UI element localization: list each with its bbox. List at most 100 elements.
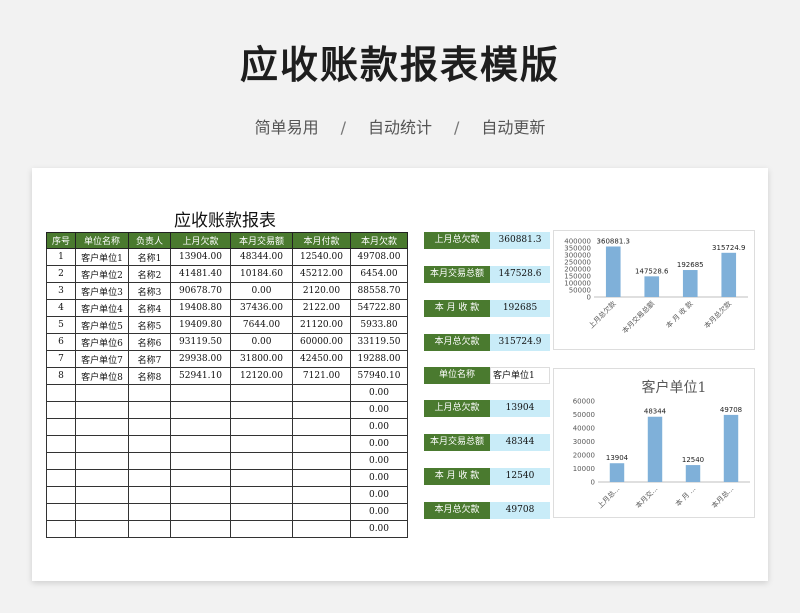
table-cell[interactable] (292, 486, 351, 504)
table-cell[interactable]: 客户单位6 (75, 333, 129, 351)
table-cell[interactable] (230, 418, 293, 436)
table-cell[interactable]: 0.00 (350, 469, 408, 487)
table-cell[interactable] (75, 503, 129, 521)
table-cell[interactable]: 41481.40 (170, 265, 231, 283)
table-cell[interactable] (75, 469, 129, 487)
table-cell[interactable] (75, 452, 129, 470)
table-cell[interactable]: 客户单位3 (75, 282, 129, 300)
table-cell[interactable] (292, 435, 351, 453)
table-cell[interactable]: 客户单位1 (75, 248, 129, 266)
table-cell[interactable] (75, 520, 129, 538)
table-cell[interactable] (75, 435, 129, 453)
table-cell[interactable]: 42450.00 (292, 350, 351, 368)
table-cell[interactable] (292, 401, 351, 419)
table-cell[interactable]: 48344.00 (230, 248, 293, 266)
table-cell[interactable] (128, 503, 171, 521)
table-cell[interactable] (128, 384, 171, 402)
table-cell[interactable]: 31800.00 (230, 350, 293, 368)
table-cell[interactable] (292, 418, 351, 436)
table-cell[interactable]: 19409.80 (170, 316, 231, 334)
table-cell[interactable]: 0.00 (230, 282, 293, 300)
table-cell[interactable] (128, 401, 171, 419)
table-cell[interactable]: 45212.00 (292, 265, 351, 283)
table-cell[interactable] (128, 435, 171, 453)
table-cell[interactable] (230, 384, 293, 402)
table-cell[interactable]: 1 (46, 248, 76, 266)
table-cell[interactable]: 名称1 (128, 248, 171, 266)
table-cell[interactable] (292, 469, 351, 487)
table-cell[interactable]: 3 (46, 282, 76, 300)
table-cell[interactable] (170, 469, 231, 487)
table-cell[interactable] (230, 520, 293, 538)
table-cell[interactable] (230, 452, 293, 470)
table-cell[interactable]: 客户单位7 (75, 350, 129, 368)
table-cell[interactable]: 名称6 (128, 333, 171, 351)
table-cell[interactable]: 2120.00 (292, 282, 351, 300)
table-cell[interactable] (230, 503, 293, 521)
table-cell[interactable]: 6 (46, 333, 76, 351)
table-cell[interactable] (75, 384, 129, 402)
table-cell[interactable] (230, 401, 293, 419)
table-cell[interactable] (128, 469, 171, 487)
table-cell[interactable]: 54722.80 (350, 299, 408, 317)
table-cell[interactable]: 客户单位4 (75, 299, 129, 317)
table-cell[interactable]: 0.00 (230, 333, 293, 351)
table-cell[interactable]: 5 (46, 316, 76, 334)
table-cell[interactable]: 5933.80 (350, 316, 408, 334)
table-cell[interactable]: 8 (46, 367, 76, 385)
table-cell[interactable]: 0.00 (350, 452, 408, 470)
table-cell[interactable] (292, 520, 351, 538)
table-cell[interactable] (46, 435, 76, 453)
table-cell[interactable]: 7121.00 (292, 367, 351, 385)
table-cell[interactable] (170, 503, 231, 521)
table-cell[interactable]: 12120.00 (230, 367, 293, 385)
table-cell[interactable] (170, 486, 231, 504)
table-cell[interactable]: 6454.00 (350, 265, 408, 283)
table-cell[interactable]: 0.00 (350, 435, 408, 453)
table-cell[interactable] (292, 384, 351, 402)
table-cell[interactable] (46, 384, 76, 402)
table-cell[interactable]: 0.00 (350, 486, 408, 504)
table-cell[interactable] (292, 503, 351, 521)
table-cell[interactable]: 29938.00 (170, 350, 231, 368)
table-cell[interactable] (128, 520, 171, 538)
table-cell[interactable]: 客户单位2 (75, 265, 129, 283)
table-cell[interactable] (46, 418, 76, 436)
table-cell[interactable]: 12540.00 (292, 248, 351, 266)
table-cell[interactable]: 0.00 (350, 503, 408, 521)
table-cell[interactable]: 88558.70 (350, 282, 408, 300)
table-cell[interactable]: 0.00 (350, 418, 408, 436)
table-cell[interactable] (46, 486, 76, 504)
table-cell[interactable] (75, 401, 129, 419)
table-cell[interactable] (46, 452, 76, 470)
table-cell[interactable] (230, 486, 293, 504)
table-cell[interactable]: 名称7 (128, 350, 171, 368)
table-cell[interactable] (170, 452, 231, 470)
table-cell[interactable] (230, 435, 293, 453)
table-cell[interactable]: 4 (46, 299, 76, 317)
table-cell[interactable] (128, 452, 171, 470)
table-cell[interactable] (170, 384, 231, 402)
table-cell[interactable] (46, 401, 76, 419)
table-cell[interactable]: 名称5 (128, 316, 171, 334)
table-cell[interactable]: 2122.00 (292, 299, 351, 317)
table-cell[interactable]: 名称2 (128, 265, 171, 283)
table-cell[interactable]: 7 (46, 350, 76, 368)
table-cell[interactable]: 2 (46, 265, 76, 283)
unit-select[interactable]: 客户单位1 (490, 367, 550, 384)
table-cell[interactable] (170, 520, 231, 538)
table-cell[interactable]: 60000.00 (292, 333, 351, 351)
table-cell[interactable] (170, 435, 231, 453)
table-cell[interactable] (170, 401, 231, 419)
table-cell[interactable]: 93119.50 (170, 333, 231, 351)
table-cell[interactable]: 13904.00 (170, 248, 231, 266)
table-cell[interactable] (46, 503, 76, 521)
table-cell[interactable]: 37436.00 (230, 299, 293, 317)
table-cell[interactable]: 10184.60 (230, 265, 293, 283)
table-cell[interactable]: 49708.00 (350, 248, 408, 266)
table-cell[interactable] (128, 486, 171, 504)
table-cell[interactable]: 90678.70 (170, 282, 231, 300)
table-cell[interactable]: 0.00 (350, 384, 408, 402)
table-cell[interactable] (75, 418, 129, 436)
table-cell[interactable]: 57940.10 (350, 367, 408, 385)
